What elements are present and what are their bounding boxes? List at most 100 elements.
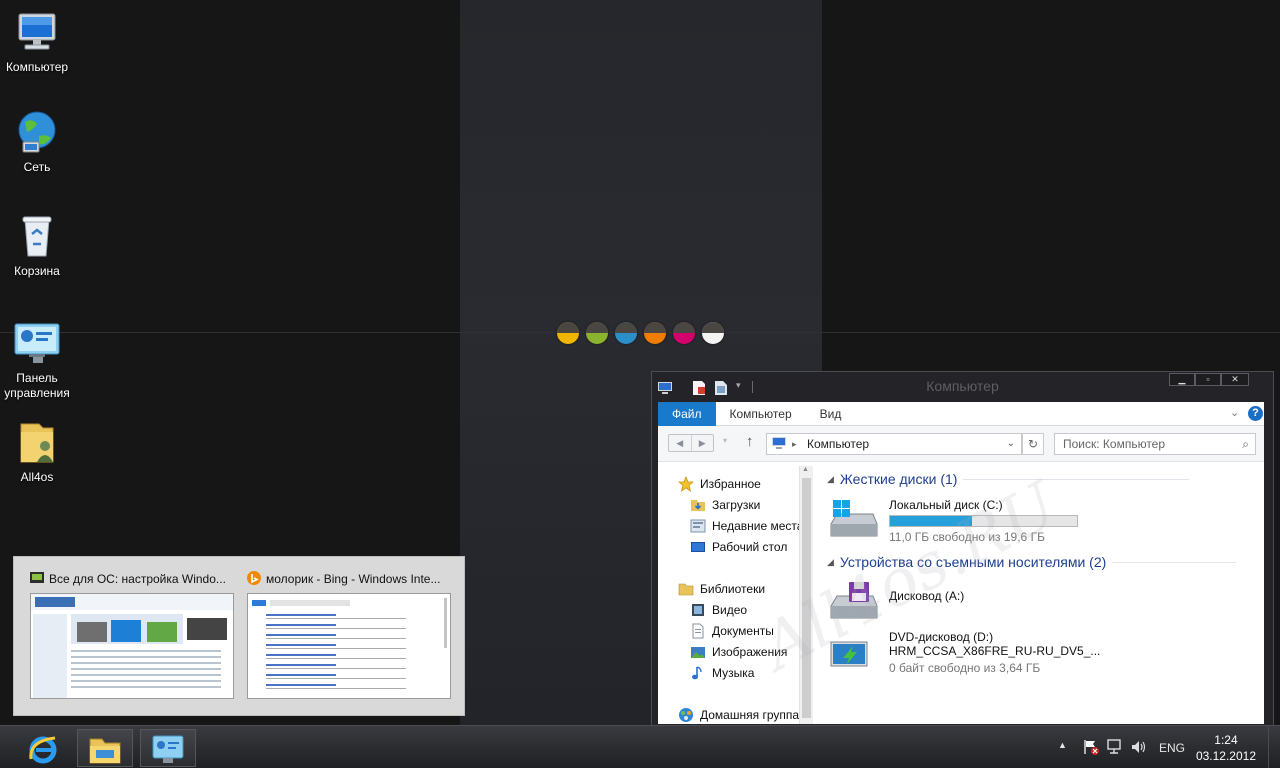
documents-icon	[690, 623, 706, 639]
desktop-icon-control-panel[interactable]: Панель управления	[0, 319, 74, 401]
group-divider	[1112, 561, 1237, 563]
nav-item-video[interactable]: Видео	[690, 602, 747, 618]
drive-name: Дисковод (A:)	[889, 589, 965, 603]
taskbar-explorer-button[interactable]	[77, 729, 133, 767]
music-note-icon	[690, 665, 706, 681]
address-dropdown-chevron-icon[interactable]: ⌄	[1007, 434, 1015, 454]
recent-places-icon	[690, 518, 706, 534]
nav-item-label: Недавние места	[712, 519, 804, 533]
internet-explorer-icon	[27, 733, 59, 768]
preview-window-ie[interactable]: Все для ОС: настройка Windo...	[30, 569, 234, 699]
scroll-up-arrow-icon[interactable]: ▲	[802, 466, 809, 473]
control-panel-icon	[151, 733, 185, 768]
search-icon: ⌕	[1242, 437, 1249, 451]
search-placeholder: Поиск: Компьютер	[1063, 437, 1166, 451]
nav-item-desktop[interactable]: Рабочий стол	[690, 539, 787, 555]
desktop-icon-computer[interactable]: Компьютер	[0, 8, 74, 75]
up-arrow-icon[interactable]: ↑	[746, 433, 754, 450]
taskbar-ie-button[interactable]	[14, 729, 70, 767]
close-button[interactable]: ✕	[1221, 373, 1249, 386]
clock-date: 03.12.2012	[1195, 749, 1256, 763]
back-arrow-icon[interactable]: ◀	[669, 435, 692, 451]
nav-item-label: Музыка	[712, 666, 755, 680]
desktop-icon-all4os[interactable]: All4os	[0, 418, 74, 485]
group-header-hard-disks[interactable]: ◢ Жесткие диски (1)	[827, 471, 1195, 487]
preview-window-bing[interactable]: молорик - Bing - Windows Inte...	[247, 569, 451, 699]
title-bar[interactable]: ▾ Компьютер ▁ ▫ ✕	[652, 372, 1273, 402]
show-desktop-button[interactable]	[1268, 726, 1280, 768]
taskbar-thumbnail-preview: Все для ОС: настройка Windo... молорик -…	[13, 556, 465, 716]
desktop-icon	[690, 539, 706, 555]
navigation-pane: Избранное Загрузки Недавние места Рабочи…	[658, 462, 813, 724]
group-divider	[963, 478, 1190, 480]
maximize-button[interactable]: ▫	[1195, 373, 1221, 386]
content-pane: ◢ Жесткие диски (1) Локальный диск (C:) …	[813, 462, 1264, 724]
nav-item-recent[interactable]: Недавние места	[690, 518, 803, 534]
back-forward-buttons: ◀ ▶	[668, 434, 714, 452]
nav-item-label: Видео	[712, 603, 748, 617]
drive-free-space: 11,0 ГБ свободно из 19,6 ГБ	[889, 530, 1045, 544]
desktop-icon-network[interactable]: Сеть	[0, 108, 74, 175]
action-center-flag-icon[interactable]	[1082, 738, 1100, 768]
preview-screenshot	[247, 593, 451, 699]
desktop-icon-recycle-bin[interactable]: Корзина	[0, 212, 74, 279]
drive-d[interactable]: DVD-дисковод (D:) HRM_CCSA_X86FRE_RU-RU_…	[827, 630, 1100, 675]
forward-arrow-icon[interactable]: ▶	[692, 435, 714, 451]
tab-file[interactable]: Файл	[658, 401, 716, 426]
drive-name: DVD-дисковод (D:)	[889, 630, 994, 644]
desktop-icon-label: Компьютер	[5, 60, 69, 74]
nav-item-images[interactable]: Изображения	[690, 644, 787, 660]
clock[interactable]: 1:24 03.12.2012	[1196, 732, 1256, 764]
nav-item-homegroup[interactable]: Домашняя группа	[678, 707, 799, 723]
nav-item-favorites[interactable]: Избранное	[677, 475, 761, 492]
tab-computer[interactable]: Компьютер	[716, 402, 806, 426]
search-input[interactable]: Поиск: Компьютер ⌕	[1054, 433, 1256, 455]
desktop-icon-label: All4os	[20, 470, 54, 484]
taskbar-control-panel-button[interactable]	[140, 729, 196, 767]
nav-scrollbar[interactable]: ▲	[799, 466, 813, 724]
preview-screenshot	[30, 593, 234, 699]
libraries-icon	[678, 581, 694, 597]
drive-a[interactable]: Дисковод (A:)	[827, 580, 964, 620]
recycle-bin-icon	[13, 212, 61, 260]
floppy-drive-icon	[827, 580, 879, 620]
downloads-folder-icon	[690, 497, 706, 513]
file-explorer-icon	[88, 733, 122, 768]
recent-locations-chevron-icon[interactable]: ▾	[723, 436, 727, 445]
volume-speaker-icon[interactable]	[1130, 738, 1148, 768]
expand-ribbon-chevron-icon[interactable]: ⌄	[1230, 406, 1239, 419]
desktop-icon-label: Корзина	[14, 264, 60, 278]
nav-item-label: Библиотеки	[700, 582, 766, 596]
color-dot	[586, 322, 608, 344]
breadcrumb: Компьютер	[807, 437, 870, 451]
nav-item-label: Изображения	[712, 645, 788, 659]
color-dot	[702, 322, 724, 344]
dvd-drive-icon	[827, 630, 879, 670]
network-icon[interactable]	[1106, 738, 1124, 768]
refresh-icon[interactable]: ↻	[1022, 433, 1044, 455]
input-language-indicator[interactable]: ENG	[1159, 741, 1185, 768]
group-header-removable[interactable]: ◢ Устройства со съемными носителями (2)	[827, 554, 1242, 570]
help-icon[interactable]: ?	[1248, 406, 1263, 421]
nav-item-documents[interactable]: Документы	[690, 623, 774, 639]
scrollbar-thumb[interactable]	[802, 478, 811, 718]
network-globe-icon	[13, 108, 61, 156]
color-dot	[644, 322, 666, 344]
collapse-triangle-icon: ◢	[827, 556, 834, 567]
drive-c[interactable]: Локальный диск (C:) 11,0 ГБ свободно из …	[827, 498, 1078, 544]
minimize-button[interactable]: ▁	[1169, 373, 1195, 386]
group-title: Жесткие диски (1)	[839, 471, 958, 487]
show-hidden-icons-chevron-up-icon[interactable]: ▲	[1058, 740, 1067, 768]
star-icon	[677, 475, 695, 492]
ribbon-tabs: Файл Компьютер Вид ⌄ ?	[658, 401, 1264, 426]
address-bar[interactable]: ▸ Компьютер ⌄	[766, 433, 1022, 455]
tab-view[interactable]: Вид	[806, 402, 856, 426]
nav-item-label: Загрузки	[712, 498, 761, 512]
color-dots	[557, 322, 724, 344]
preview-title: Все для ОС: настройка Windo...	[49, 572, 226, 586]
video-icon	[690, 602, 706, 618]
nav-item-label: Документы	[712, 624, 774, 638]
nav-item-libraries[interactable]: Библиотеки	[678, 581, 765, 597]
nav-item-downloads[interactable]: Загрузки	[690, 497, 760, 513]
nav-item-music[interactable]: Музыка	[690, 665, 754, 681]
